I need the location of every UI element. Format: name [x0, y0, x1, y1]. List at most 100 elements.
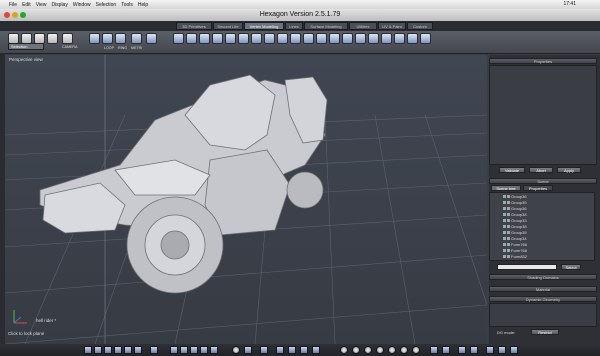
bend-icon[interactable] — [394, 33, 405, 44]
abort-button[interactable]: Abort — [529, 167, 553, 173]
validate-button[interactable]: Validate — [499, 167, 525, 173]
scene-filter-input[interactable] — [497, 264, 557, 270]
weld-icon[interactable] — [238, 33, 249, 44]
dg-mode-dropdown[interactable]: Restrict — [531, 329, 559, 335]
magic-select-icon[interactable] — [47, 33, 58, 44]
move-icon[interactable] — [276, 346, 284, 354]
color-swatch-icon[interactable] — [210, 346, 218, 354]
inset-icon[interactable] — [212, 33, 223, 44]
snap-icon[interactable] — [260, 346, 268, 354]
material-header[interactable]: Material — [489, 286, 597, 292]
screenshot-icon[interactable] — [510, 346, 518, 354]
menu-help[interactable]: Help — [138, 2, 148, 8]
scene-header[interactable]: Scene — [489, 178, 597, 184]
lock-plane-hint[interactable]: Click to lock plane — [8, 331, 44, 336]
taper-icon[interactable] — [420, 33, 431, 44]
tab-scene-properties[interactable]: Properties — [523, 185, 553, 191]
sphere-view-icon[interactable] — [352, 346, 360, 354]
redo-icon[interactable] — [442, 346, 450, 354]
wireframe-icon[interactable] — [114, 346, 122, 354]
apply-button[interactable]: Apply — [557, 167, 581, 173]
tessellate-icon[interactable] — [277, 33, 288, 44]
slice-icon[interactable] — [251, 33, 262, 44]
zoom-window-button[interactable] — [20, 12, 26, 18]
menu-tools[interactable]: Tools — [121, 2, 133, 8]
minimize-window-button[interactable] — [12, 12, 18, 18]
ring-label[interactable]: RING — [118, 46, 127, 50]
sphere-view-icon[interactable] — [388, 346, 396, 354]
extract-icon[interactable] — [355, 33, 366, 44]
tab-utilities[interactable]: Utilities — [349, 22, 377, 30]
metri-label[interactable]: METRI — [131, 46, 142, 50]
shaded-icon[interactable] — [124, 346, 132, 354]
quad-view-icon[interactable] — [94, 346, 102, 354]
menu-selection[interactable]: Selection — [96, 2, 117, 8]
rotate-icon[interactable] — [288, 346, 296, 354]
scene-item[interactable]: Form832 — [503, 254, 583, 260]
grid-icon[interactable] — [244, 346, 252, 354]
twist-icon[interactable] — [407, 33, 418, 44]
tab-surface-modeling[interactable]: Surface Modeling — [304, 22, 348, 30]
show-icon[interactable] — [470, 346, 478, 354]
tab-lines[interactable]: Lines — [285, 22, 303, 30]
close-window-button[interactable] — [4, 12, 10, 18]
smooth-icon[interactable] — [290, 33, 301, 44]
color-swatch-icon[interactable] — [180, 346, 188, 354]
sphere-view-icon[interactable] — [376, 346, 384, 354]
auto-mode-icon[interactable] — [146, 33, 157, 44]
sphere-view-icon[interactable] — [412, 346, 420, 354]
bridge-icon[interactable] — [225, 33, 236, 44]
tab-uv-paint[interactable]: UV & Paint — [378, 22, 406, 30]
loop-label[interactable]: LOOP — [104, 46, 114, 50]
menu-view[interactable]: View — [36, 2, 47, 8]
single-view-icon[interactable] — [84, 346, 92, 354]
dynamic-geometry-area — [489, 303, 597, 327]
dynamic-geometry-header[interactable]: Dynamic Geometry — [489, 296, 597, 302]
select-button[interactable]: Select — [561, 264, 581, 270]
close-hole-icon[interactable] — [368, 33, 379, 44]
scale-icon[interactable] — [300, 346, 308, 354]
selection-dropdown[interactable]: Selection — [8, 43, 44, 50]
zoom-icon[interactable] — [498, 346, 506, 354]
color-swatch-icon[interactable] — [200, 346, 208, 354]
menu-edit[interactable]: Edit — [22, 2, 31, 8]
extrude-icon[interactable] — [173, 33, 184, 44]
tab-vertex-modeling[interactable]: Vertex Modeling — [244, 22, 284, 30]
chamfer-icon[interactable] — [199, 33, 210, 44]
textured-icon[interactable] — [134, 346, 142, 354]
cut-icon[interactable] — [264, 33, 275, 44]
split-view-icon[interactable] — [104, 346, 112, 354]
vertex-mode-icon[interactable] — [89, 33, 100, 44]
tab-custom[interactable]: Custom — [407, 22, 433, 30]
color-swatch-icon[interactable] — [170, 346, 178, 354]
tab-3d-primitives[interactable]: 3D Primitives — [176, 22, 212, 30]
subdivide-icon[interactable] — [316, 33, 327, 44]
boolean-icon[interactable] — [342, 33, 353, 44]
light-icon[interactable] — [232, 346, 240, 354]
menu-file[interactable]: File — [9, 2, 17, 8]
pan-icon[interactable] — [486, 346, 494, 354]
tab-second-life[interactable]: Second Life — [213, 22, 243, 30]
undo-icon[interactable] — [430, 346, 438, 354]
symmetry-icon[interactable] — [303, 33, 314, 44]
universal-manipulator-icon[interactable] — [312, 346, 320, 354]
render-icon[interactable] — [150, 346, 158, 354]
tab-scene-tree[interactable]: Scene tree — [491, 185, 521, 191]
fold-icon[interactable] — [381, 33, 392, 44]
menu-display[interactable]: Display — [51, 2, 67, 8]
hide-icon[interactable] — [458, 346, 466, 354]
properties-header[interactable]: Properties — [489, 58, 597, 64]
sphere-view-icon[interactable] — [364, 346, 372, 354]
color-swatch-icon[interactable] — [190, 346, 198, 354]
camera-icon[interactable] — [62, 33, 73, 44]
dissolve-icon[interactable] — [329, 33, 340, 44]
shading-domains-header[interactable]: Shading Domains — [489, 274, 597, 280]
sphere-view-icon[interactable] — [400, 346, 408, 354]
sphere-view-icon[interactable] — [340, 346, 348, 354]
edge-mode-icon[interactable] — [102, 33, 113, 44]
object-mode-icon[interactable] — [131, 33, 142, 44]
bevel-icon[interactable] — [186, 33, 197, 44]
perspective-viewport[interactable] — [5, 55, 487, 344]
menu-window[interactable]: Window — [73, 2, 91, 8]
face-mode-icon[interactable] — [115, 33, 126, 44]
